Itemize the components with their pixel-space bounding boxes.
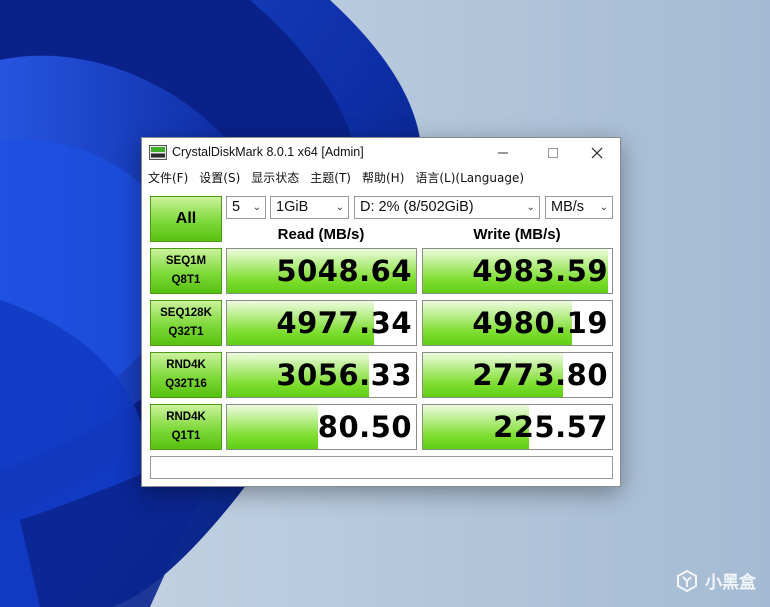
read-value: 5048.64: [276, 254, 412, 288]
minimize-icon: [498, 152, 508, 154]
test-name: SEQ128K: [160, 307, 212, 319]
drive-select[interactable]: D: 2% (8/502GiB) ⌄: [354, 196, 540, 219]
test-size-value: 1GiB: [276, 199, 309, 215]
menu-display-status[interactable]: 显示状态: [245, 168, 304, 188]
comment-field[interactable]: [150, 456, 613, 479]
write-value: 4980.19: [472, 306, 608, 340]
test-name: RND4K: [166, 411, 206, 423]
read-result-cell: 5048.64: [226, 248, 417, 294]
test-name: RND4K: [166, 359, 206, 371]
write-value: 2773.80: [472, 358, 608, 392]
write-value: 225.57: [493, 410, 608, 444]
read-value: 4977.34: [276, 306, 412, 340]
read-result-cell: 80.50: [226, 404, 417, 450]
test-button-seq1m-q8t1[interactable]: SEQ1M Q8T1: [150, 248, 222, 294]
close-icon: [591, 147, 603, 159]
watermark: 小黑盒: [675, 568, 756, 593]
drive-value: D: 2% (8/502GiB): [360, 199, 474, 215]
read-value: 80.50: [317, 410, 412, 444]
write-result-cell: 4983.59: [422, 248, 613, 294]
menu-language[interactable]: 语言(L)(Language): [409, 168, 529, 188]
test-button-rnd4k-q32t16[interactable]: RND4K Q32T16: [150, 352, 222, 398]
window-title: CrystalDiskMark 8.0.1 x64 [Admin]: [172, 145, 364, 159]
read-result-cell: 4977.34: [226, 300, 417, 346]
test-size-select[interactable]: 1GiB ⌄: [270, 196, 349, 219]
write-result-cell: 4980.19: [422, 300, 613, 346]
test-params: Q8T1: [171, 274, 201, 286]
maximize-button[interactable]: [530, 138, 576, 168]
menu-settings[interactable]: 设置(S): [193, 168, 245, 188]
write-value: 4983.59: [472, 254, 608, 288]
chevron-down-icon: ⌄: [526, 202, 535, 213]
read-column-header: Read (MB/s): [277, 226, 365, 243]
menu-help[interactable]: 帮助(H): [356, 168, 409, 188]
write-result-cell: 2773.80: [422, 352, 613, 398]
chevron-down-icon: ⌄: [335, 202, 344, 213]
minimize-button[interactable]: [480, 138, 526, 168]
run-all-button[interactable]: All: [150, 196, 222, 242]
heybox-logo-icon: [677, 569, 697, 592]
test-params: Q1T1: [171, 430, 201, 442]
test-params: Q32T1: [168, 326, 204, 338]
read-value: 3056.33: [276, 358, 412, 392]
crystaldiskmark-window: CrystalDiskMark 8.0.1 x64 [Admin] 文件(F) …: [141, 137, 621, 487]
unit-value: MB/s: [551, 199, 585, 215]
close-button[interactable]: [574, 138, 620, 168]
watermark-text: 小黑盒: [705, 573, 756, 593]
menu-theme[interactable]: 主题(T): [304, 168, 356, 188]
title-bar[interactable]: CrystalDiskMark 8.0.1 x64 [Admin]: [142, 138, 620, 168]
test-name: SEQ1M: [165, 255, 207, 267]
chevron-down-icon: ⌄: [252, 202, 261, 213]
read-progress-bar: [227, 405, 318, 449]
write-result-cell: 225.57: [422, 404, 613, 450]
read-result-cell: 3056.33: [226, 352, 417, 398]
benchmark-panel: All 5 ⌄ 1GiB ⌄ D: 2% (8/502GiB) ⌄ MB/s ⌄…: [142, 188, 620, 486]
disk-app-icon: [149, 145, 167, 160]
test-params: Q32T16: [165, 378, 207, 390]
maximize-icon: [548, 148, 558, 158]
test-count-select[interactable]: 5 ⌄: [226, 196, 266, 219]
menu-bar: 文件(F) 设置(S) 显示状态 主题(T) 帮助(H) 语言(L)(Langu…: [142, 168, 620, 188]
test-count-value: 5: [232, 199, 241, 215]
write-column-header: Write (MB/s): [473, 226, 561, 243]
unit-select[interactable]: MB/s ⌄: [545, 196, 613, 219]
test-button-seq128k-q32t1[interactable]: SEQ128K Q32T1: [150, 300, 222, 346]
test-button-rnd4k-q1t1[interactable]: RND4K Q1T1: [150, 404, 222, 450]
menu-file[interactable]: 文件(F): [142, 168, 193, 188]
chevron-down-icon: ⌄: [599, 202, 608, 213]
